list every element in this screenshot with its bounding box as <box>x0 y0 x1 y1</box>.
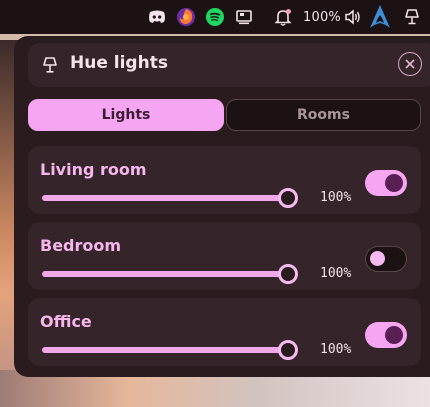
lamp-icon[interactable] <box>402 7 422 27</box>
room-name: Office <box>40 312 92 331</box>
spotify-icon[interactable] <box>204 6 226 28</box>
firefox-icon[interactable] <box>175 6 197 28</box>
close-icon <box>405 59 415 69</box>
arch-icon[interactable] <box>368 4 392 30</box>
brightness-slider-track[interactable] <box>42 347 288 353</box>
panel-header: Hue lights <box>28 43 430 87</box>
room-card-bedroom: Bedroom 100% <box>28 222 421 290</box>
tab-lights[interactable]: Lights <box>28 99 224 131</box>
volume-text: 100% <box>303 9 341 25</box>
brightness-slider-handle[interactable] <box>278 264 298 284</box>
volume-indicator[interactable]: 100% <box>303 9 362 25</box>
room-card-living-room: Living room 100% <box>28 146 421 214</box>
panel-title: Hue lights <box>70 53 168 73</box>
lamp-icon <box>40 55 60 75</box>
room-name: Bedroom <box>40 236 122 255</box>
tab-bar: Lights Rooms <box>28 99 421 133</box>
room-name: Living room <box>40 160 147 179</box>
room-card-office: Office 100% <box>28 298 421 366</box>
brightness-slider-handle[interactable] <box>278 188 298 208</box>
brightness-value: 100% <box>320 190 352 205</box>
hue-lights-panel: Hue lights Lights Rooms Living room 100%… <box>14 36 430 377</box>
brightness-value: 100% <box>320 266 352 281</box>
brightness-slider-track[interactable] <box>42 195 288 201</box>
system-tray: 100% <box>146 3 362 31</box>
speaker-icon <box>344 9 362 25</box>
top-bar: 100% <box>0 0 430 34</box>
bell-icon[interactable] <box>272 6 294 28</box>
power-toggle[interactable] <box>365 246 407 272</box>
power-toggle[interactable] <box>365 170 407 196</box>
screen-icon[interactable] <box>233 6 255 28</box>
power-toggle[interactable] <box>365 322 407 348</box>
brightness-slider-track[interactable] <box>42 271 288 277</box>
tab-rooms[interactable]: Rooms <box>226 99 421 131</box>
brightness-slider-handle[interactable] <box>278 340 298 360</box>
close-button[interactable] <box>398 52 422 76</box>
brightness-value: 100% <box>320 342 352 357</box>
discord-icon[interactable] <box>146 6 168 28</box>
